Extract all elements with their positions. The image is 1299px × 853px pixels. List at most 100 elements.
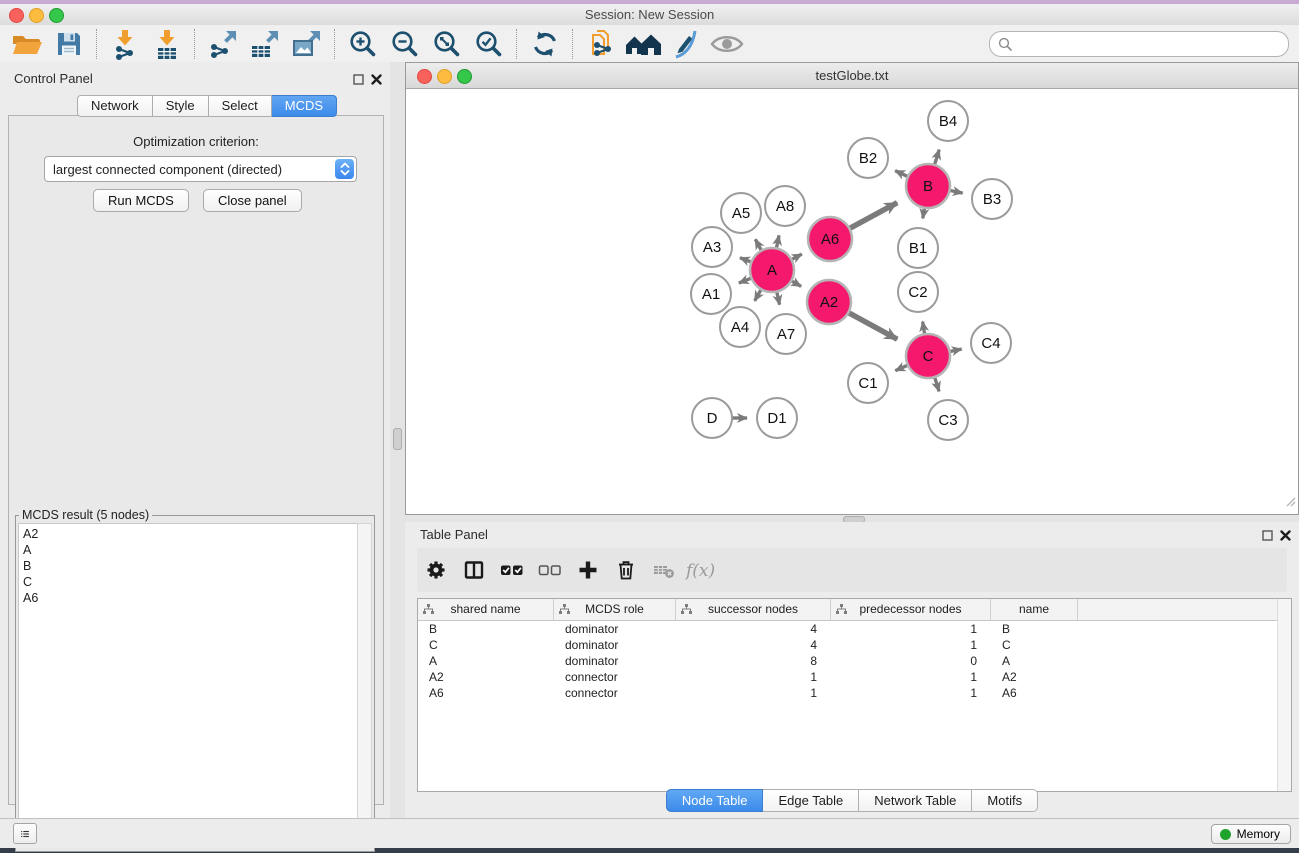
tab-mcds[interactable]: MCDS <box>272 95 337 117</box>
cell-name: A <box>991 653 1078 669</box>
mcds-result-item[interactable]: C <box>23 574 358 590</box>
graph-edge-A-A4[interactable] <box>755 289 762 301</box>
search-field[interactable] <box>989 31 1289 57</box>
refresh-button[interactable] <box>524 27 566 61</box>
zoom-out-button[interactable] <box>384 27 426 61</box>
graph-edge-C-C4[interactable] <box>950 349 962 351</box>
show-graphics-details-button[interactable] <box>706 27 748 61</box>
tab-network-table[interactable]: Network Table <box>859 789 972 812</box>
graph-edge-A6-B[interactable] <box>849 203 897 229</box>
divider-collapse-handle[interactable] <box>393 428 402 450</box>
graph-edge-C-C3[interactable] <box>935 377 939 391</box>
graph-edge-C-C1[interactable] <box>895 365 908 371</box>
list-icon <box>20 826 30 842</box>
task-history-button[interactable] <box>13 823 37 844</box>
zoom-fit-button[interactable] <box>426 27 468 61</box>
cell-name: A2 <box>991 669 1078 685</box>
create-column-button[interactable] <box>569 552 607 588</box>
column-header-predecessor-nodes[interactable]: predecessor nodes <box>831 599 991 620</box>
graph-edge-A2-C[interactable] <box>848 313 897 340</box>
network-window-titlebar[interactable]: testGlobe.txt <box>406 63 1298 89</box>
table-options-gear-icon <box>425 559 447 581</box>
column-header-successor-nodes[interactable]: successor nodes <box>676 599 831 620</box>
float-panel-icon[interactable] <box>353 72 364 90</box>
open-session-button[interactable] <box>6 27 48 61</box>
graph-edge-C-C2[interactable] <box>923 322 925 335</box>
save-session-button[interactable] <box>48 27 90 61</box>
network-zoom-button[interactable] <box>457 69 472 84</box>
tab-network[interactable]: Network <box>77 95 153 117</box>
table-options-gear-button[interactable] <box>417 552 455 588</box>
horizontal-split-divider[interactable] <box>405 515 1299 522</box>
split-columns-button[interactable] <box>455 552 493 588</box>
close-panel-icon[interactable] <box>371 72 382 90</box>
mcds-result-list[interactable]: A2ABCA6 <box>18 523 359 845</box>
graph-edge-A-A7[interactable] <box>777 291 780 304</box>
graph-edge-A-A2[interactable] <box>791 281 801 287</box>
mcds-result-item[interactable]: A6 <box>23 590 358 606</box>
table-scrollbar[interactable] <box>1277 599 1291 791</box>
export-network-button[interactable] <box>202 27 244 61</box>
close-panel-button[interactable]: Close panel <box>203 189 302 212</box>
float-table-panel-icon[interactable] <box>1262 528 1273 546</box>
table-row[interactable]: A6connector11A6 <box>418 685 1291 701</box>
home-icon <box>624 29 662 59</box>
zoom-window-button[interactable] <box>49 8 64 23</box>
export-image-button[interactable] <box>286 27 328 61</box>
mcds-result-item[interactable]: A <box>23 542 358 558</box>
mcds-result-item[interactable]: A2 <box>23 526 358 542</box>
memory-button[interactable]: Memory <box>1211 824 1291 844</box>
import-table-button[interactable] <box>146 27 188 61</box>
graph-edge-B-B3[interactable] <box>950 190 963 193</box>
column-header-shared-name[interactable]: shared name <box>418 599 554 620</box>
network-canvas[interactable]: AA1A2A3A4A5A6A7A8BB1B2B3B4CC1C2C3C4DD1 <box>406 89 1298 514</box>
graph-edge-A-A6[interactable] <box>791 254 801 260</box>
tab-style[interactable]: Style <box>153 95 209 117</box>
mcds-result-title: MCDS result (5 nodes) <box>19 508 152 522</box>
graph-edge-B-B4[interactable] <box>934 150 939 165</box>
minimize-window-button[interactable] <box>29 8 44 23</box>
unselect-all-columns-button[interactable] <box>531 552 569 588</box>
delete-columns-button[interactable] <box>607 552 645 588</box>
column-header-MCDS-role[interactable]: MCDS role <box>554 599 676 620</box>
graph-edge-B-B1[interactable] <box>923 208 925 219</box>
close-window-button[interactable] <box>9 8 24 23</box>
select-all-columns-button[interactable] <box>493 552 531 588</box>
table-row[interactable]: Cdominator41C <box>418 637 1291 653</box>
import-network-button[interactable] <box>104 27 146 61</box>
vertical-split-divider[interactable] <box>390 62 405 818</box>
new-network-from-selection-button[interactable] <box>580 27 622 61</box>
export-table-button[interactable] <box>244 27 286 61</box>
main-titlebar: Session: New Session <box>0 4 1299 25</box>
graph-edge-A-A1[interactable] <box>739 278 752 283</box>
cell-successor-nodes: 8 <box>676 653 831 669</box>
mcds-result-item[interactable]: B <box>23 558 358 574</box>
run-mcds-button[interactable]: Run MCDS <box>93 189 189 212</box>
zoom-in-button[interactable] <box>342 27 384 61</box>
column-header-name[interactable]: name <box>991 599 1078 620</box>
close-table-panel-icon[interactable] <box>1280 528 1291 546</box>
hide-annotations-button[interactable] <box>664 27 706 61</box>
mcds-result-scrollbar[interactable] <box>357 523 372 845</box>
table-toolbar: f(x) <box>417 548 1287 592</box>
table-row[interactable]: A2connector11A2 <box>418 669 1291 685</box>
graph-edge-A-A3[interactable] <box>740 258 751 262</box>
table-row[interactable]: Bdominator41B <box>418 621 1291 637</box>
tab-edge-table[interactable]: Edge Table <box>763 789 859 812</box>
network-minimize-button[interactable] <box>437 69 452 84</box>
resize-grip-icon[interactable] <box>1285 494 1296 512</box>
tab-select[interactable]: Select <box>209 95 272 117</box>
graph-edge-A-A8[interactable] <box>776 235 779 248</box>
home-button[interactable] <box>622 27 664 61</box>
graph-node-label-B: B <box>923 178 933 195</box>
graph-edge-B-B2[interactable] <box>895 171 908 177</box>
graph-node-label-D: D <box>707 410 718 427</box>
criterion-dropdown[interactable]: largest connected component (directed) <box>44 156 357 182</box>
graph-edge-A-A5[interactable] <box>755 239 761 250</box>
tab-node-table[interactable]: Node Table <box>666 789 764 812</box>
search-input[interactable] <box>1017 33 1288 55</box>
tab-motifs[interactable]: Motifs <box>972 789 1038 812</box>
network-close-button[interactable] <box>417 69 432 84</box>
zoom-selected-button[interactable] <box>468 27 510 61</box>
table-row[interactable]: Adominator80A <box>418 653 1291 669</box>
